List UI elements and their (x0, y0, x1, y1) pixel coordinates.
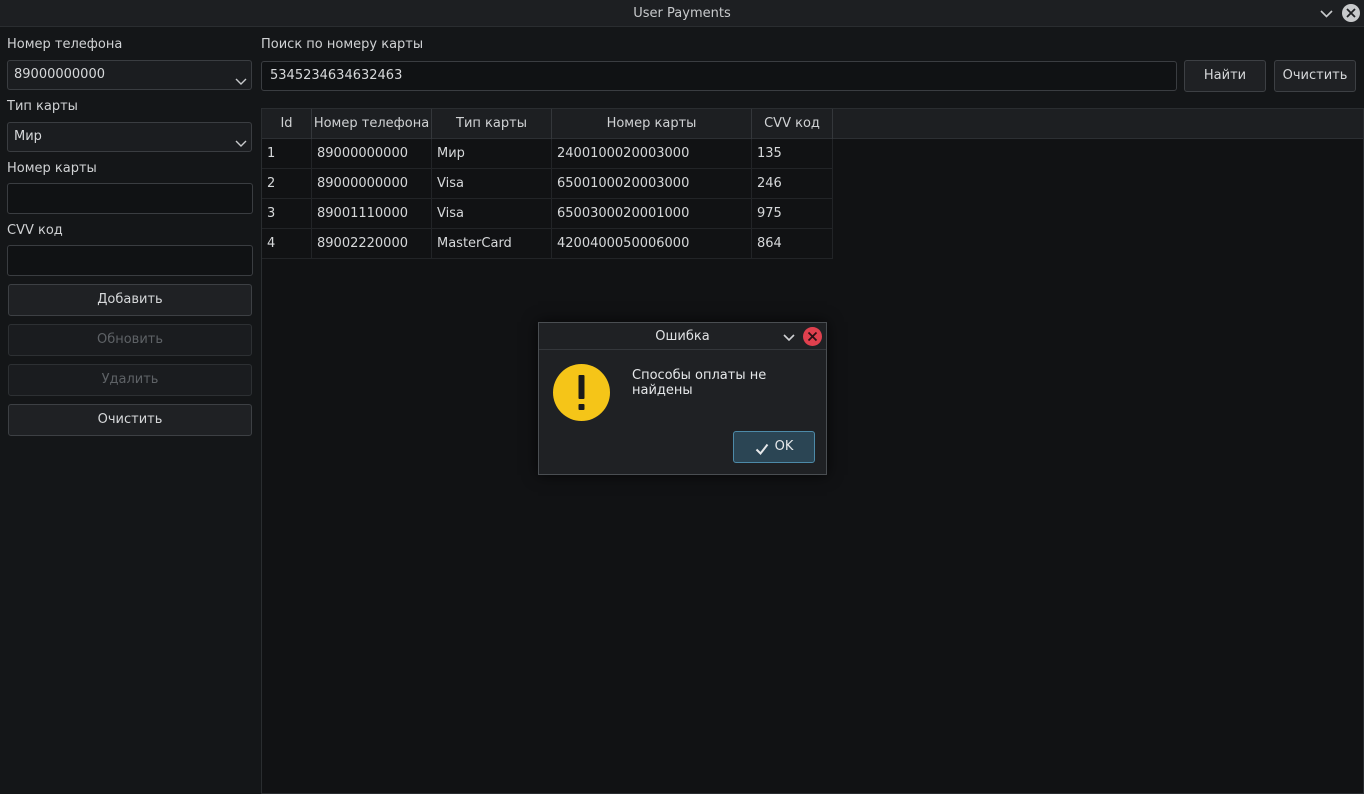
column-header-card-type[interactable]: Тип карты (432, 109, 552, 139)
cell-card-number: 2400100020003000 (552, 139, 752, 169)
phone-select[interactable]: 89000000000 (7, 60, 252, 90)
phone-label: Номер телефона (7, 37, 123, 52)
cvv-label: CVV код (7, 223, 63, 238)
cell-id: 3 (262, 199, 312, 229)
cell-id: 4 (262, 229, 312, 259)
find-button[interactable]: Найти (1184, 60, 1266, 92)
cell-phone: 89001110000 (312, 199, 432, 229)
cell-cvv: 246 (752, 169, 833, 199)
phone-select-value: 89000000000 (14, 67, 105, 82)
close-icon[interactable] (1342, 4, 1360, 22)
cell-phone: 89000000000 (312, 139, 432, 169)
ok-button-label: OK (774, 439, 794, 454)
update-button[interactable]: Обновить (8, 324, 252, 356)
cell-phone: 89002220000 (312, 229, 432, 259)
ok-button[interactable]: OK (733, 431, 815, 463)
cvv-input[interactable] (7, 245, 253, 276)
cell-card-number: 6500100020003000 (552, 169, 752, 199)
table-row[interactable]: 1 89000000000 Мир 2400100020003000 135 (262, 139, 833, 169)
cell-card-type: Мир (432, 139, 552, 169)
cell-id: 1 (262, 139, 312, 169)
card-number-label: Номер карты (7, 161, 97, 176)
window-titlebar: User Payments (0, 0, 1364, 27)
cell-cvv: 975 (752, 199, 833, 229)
cell-id: 2 (262, 169, 312, 199)
table-row[interactable]: 4 89002220000 MasterCard 420040005000600… (262, 229, 833, 259)
minimize-icon[interactable] (1318, 5, 1335, 22)
card-number-input[interactable] (7, 183, 253, 214)
search-input[interactable]: 5345234634632463 (261, 61, 1177, 91)
table-row[interactable]: 3 89001110000 Visa 6500300020001000 975 (262, 199, 833, 229)
cell-card-type: MasterCard (432, 229, 552, 259)
search-label: Поиск по номеру карты (261, 37, 424, 52)
warning-icon (553, 364, 610, 421)
chevron-down-icon (235, 70, 247, 85)
table-header: Id Номер телефона Тип карты Номер карты … (262, 109, 1363, 139)
table-row[interactable]: 2 89000000000 Visa 6500100020003000 246 (262, 169, 833, 199)
cell-cvv: 135 (752, 139, 833, 169)
column-header-id[interactable]: Id (262, 109, 312, 139)
cell-card-type: Visa (432, 169, 552, 199)
checkmark-icon (755, 438, 769, 456)
card-type-select[interactable]: Мир (7, 122, 252, 152)
card-type-label: Тип карты (7, 99, 78, 114)
add-button[interactable]: Добавить (8, 284, 252, 316)
clear-search-button[interactable]: Очистить (1274, 60, 1356, 92)
error-dialog: Ошибка Способы оплаты не найдены OK (538, 322, 827, 475)
chevron-down-icon (235, 132, 247, 147)
cell-card-type: Visa (432, 199, 552, 229)
dialog-close-icon[interactable] (803, 327, 822, 346)
cell-phone: 89000000000 (312, 169, 432, 199)
window-title: User Payments (633, 6, 731, 21)
clear-form-button[interactable]: Очистить (8, 404, 252, 436)
cell-cvv: 864 (752, 229, 833, 259)
column-header-phone[interactable]: Номер телефона (312, 109, 432, 139)
delete-button[interactable]: Удалить (8, 364, 252, 396)
column-header-cvv[interactable]: CVV код (752, 109, 833, 139)
dialog-minimize-icon[interactable] (781, 329, 797, 345)
dialog-message: Способы оплаты не найдены (632, 368, 767, 398)
cell-card-number: 4200400050006000 (552, 229, 752, 259)
card-type-select-value: Мир (14, 129, 42, 144)
cell-card-number: 6500300020001000 (552, 199, 752, 229)
column-header-card-number[interactable]: Номер карты (552, 109, 752, 139)
